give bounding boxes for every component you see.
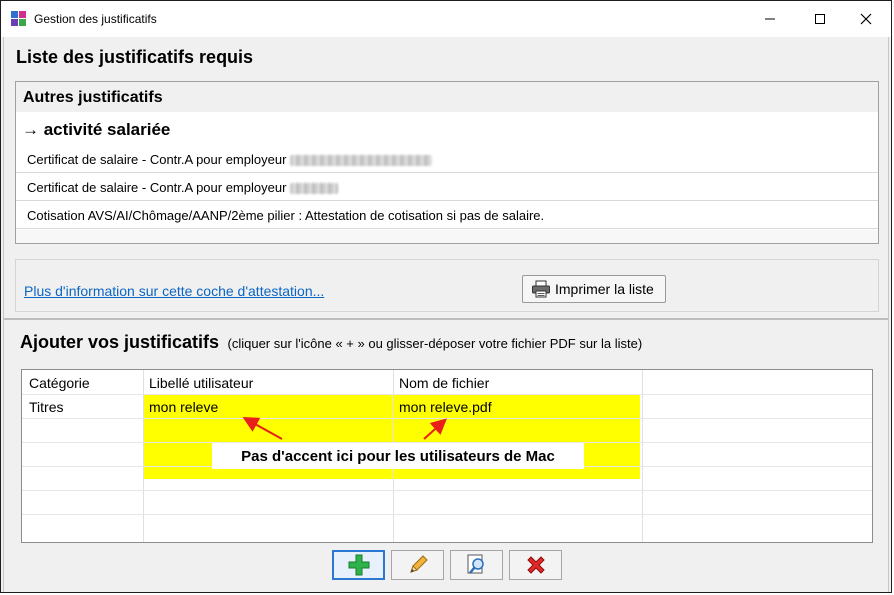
required-item: Certificat de salaire - Contr.A pour emp… [16,145,878,173]
arrow-to-label [242,417,283,440]
required-item-text: Certificat de salaire - Contr.A pour emp… [27,180,287,195]
add-section-title: Ajouter vos justificatifs (cliquer sur l… [20,332,642,353]
redacted-text [290,183,339,195]
more-info-link[interactable]: Plus d'information sur cette coche d'att… [24,283,324,299]
required-item-text: Cotisation AVS/AI/Chômage/AANP/2ème pili… [27,208,545,223]
close-button[interactable] [843,1,889,37]
print-list-button[interactable]: Imprimer la liste [522,275,666,303]
window-title: Gestion des justificatifs [34,12,157,26]
app-icon [10,10,27,27]
annotation-note: Pas d'accent ici pour les utilisateurs d… [212,443,584,469]
view-icon [467,554,484,574]
close-icon [860,13,872,25]
title-bar: Gestion des justificatifs [1,1,891,37]
maximize-button[interactable] [797,1,843,37]
dialog-content: Liste des justificatifs requis Autres ju… [3,37,889,592]
redacted-text [290,155,433,167]
printer-icon [531,280,551,298]
minimize-icon [765,18,775,20]
group-header: Autres justificatifs [16,82,878,112]
documents-table[interactable]: Catégorie Libellé utilisateur Nom de fic… [21,369,873,543]
required-item: Certificat de salaire - Contr.A pour emp… [16,173,878,201]
required-item-text: Certificat de salaire - Contr.A pour emp… [27,152,287,167]
required-list-title: Liste des justificatifs requis [16,47,254,67]
add-hint: (cliquer sur l'icône « + » ou glisser-dé… [227,336,643,351]
arrow-to-filename [423,418,447,440]
splitter[interactable] [4,318,888,320]
required-list-panel: Autres justificatifs → activité salariée… [15,81,879,244]
view-document-button[interactable] [450,550,503,580]
group-header-label: Autres justificatifs [23,89,163,106]
edit-document-button[interactable] [391,550,444,580]
window: Gestion des justificatifs Liste des just… [0,0,892,593]
edit-icon [409,555,428,573]
category-heading: → activité salariée [22,120,171,139]
print-list-label: Imprimer la liste [555,281,654,297]
add-icon [348,554,369,576]
delete-document-button[interactable] [509,550,562,580]
info-panel: Plus d'information sur cette coche d'att… [15,259,879,312]
maximize-icon [815,14,825,24]
add-title: Ajouter vos justificatifs [20,332,220,352]
required-list: → activité salariée Certificat de salair… [16,112,878,230]
add-document-button[interactable] [332,550,385,580]
minimize-button[interactable] [747,1,793,37]
delete-icon [526,556,545,574]
required-item: Cotisation AVS/AI/Chômage/AANP/2ème pili… [16,201,878,229]
